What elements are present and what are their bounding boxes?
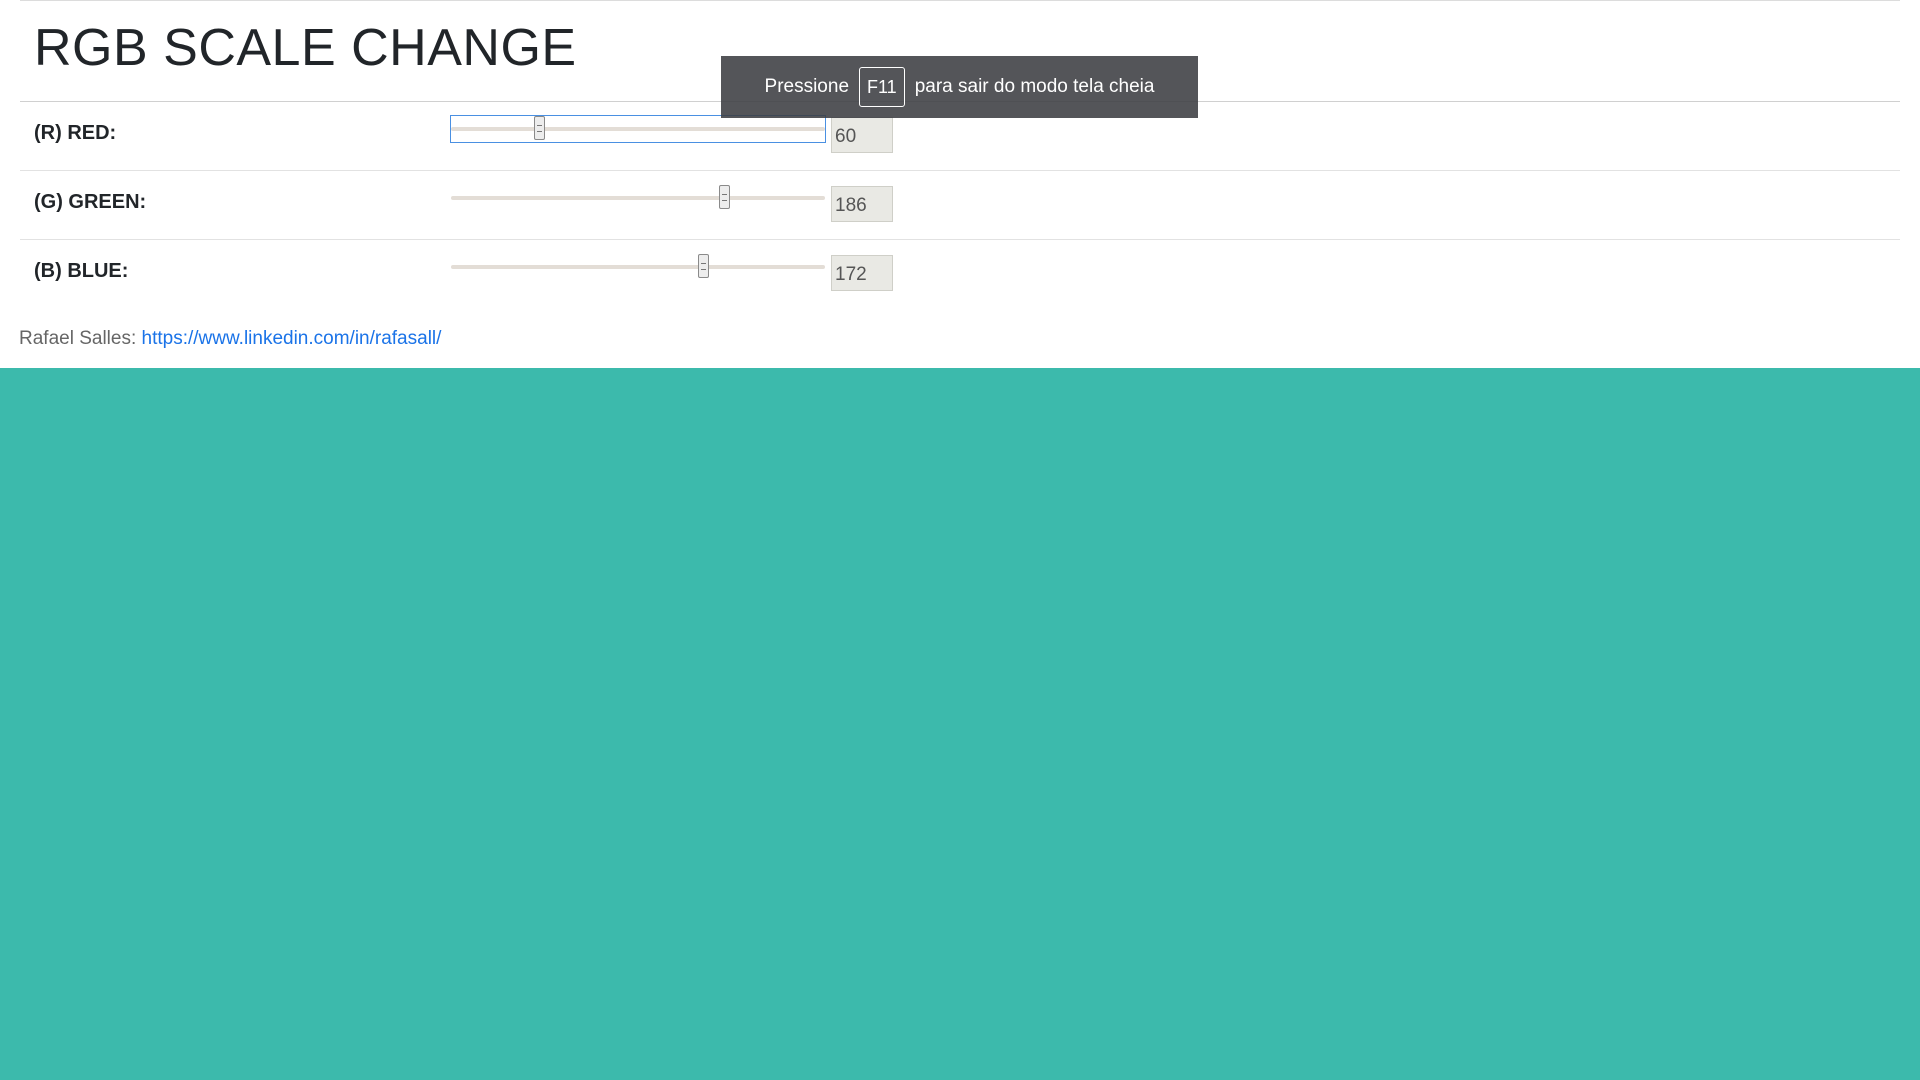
f11-key-badge: F11 (859, 67, 905, 107)
toast-text-after: para sair do modo tela cheia (914, 76, 1155, 97)
green-control-row: (G) GREEN: 186 (20, 171, 1900, 240)
page-title: RGB SCALE CHANGE (34, 19, 577, 77)
red-slider[interactable] (450, 115, 826, 143)
color-preview-panel (0, 368, 1920, 1080)
green-slider-track[interactable] (451, 196, 825, 200)
blue-slider-thumb[interactable] (698, 254, 710, 278)
blue-slider-track[interactable] (451, 265, 825, 269)
blue-slider[interactable] (451, 254, 825, 280)
blue-label: (B) BLUE: (34, 260, 129, 282)
top-divider (20, 0, 1900, 1)
red-label: (R) RED: (34, 122, 117, 144)
author-credit: Rafael Salles: https://www.linkedin.com/… (19, 328, 441, 350)
fullscreen-exit-toast: Pressione F11 para sair do modo tela che… (721, 56, 1198, 118)
linkedin-link[interactable]: https://www.linkedin.com/in/rafasall/ (142, 328, 442, 349)
toast-text-before: Pressione (764, 76, 850, 97)
blue-control-row: (B) BLUE: 172 (20, 240, 1900, 308)
green-slider-thumb[interactable] (718, 185, 730, 209)
blue-value-field[interactable]: 172 (831, 255, 893, 291)
author-name: Rafael Salles: (19, 328, 137, 349)
green-value-field[interactable]: 186 (831, 186, 893, 222)
red-slider-thumb[interactable] (534, 116, 545, 140)
red-value-field[interactable]: 60 (831, 117, 893, 153)
green-label: (G) GREEN: (34, 191, 147, 213)
page: RGB SCALE CHANGE (R) RED: 60 (G) GREEN: … (0, 0, 1920, 1080)
red-slider-track[interactable] (451, 127, 825, 131)
green-slider[interactable] (451, 185, 825, 211)
